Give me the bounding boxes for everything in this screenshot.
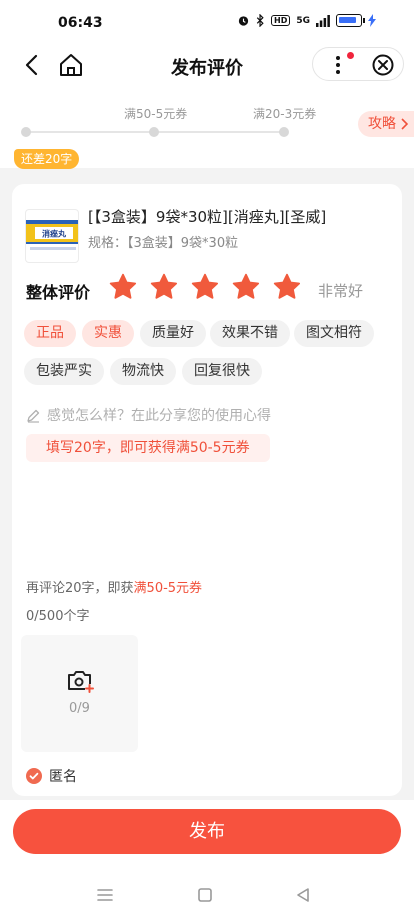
alarm-icon xyxy=(238,16,249,26)
star-icon[interactable] xyxy=(190,272,220,302)
comment-placeholder: 感觉怎么样？在此分享您的使用心得 xyxy=(47,408,271,424)
milestone-label-1: 满50-5元券 xyxy=(124,107,188,121)
tag-item[interactable]: 图文相符 xyxy=(294,320,374,347)
spec-label: 规格： xyxy=(88,236,128,251)
tag-item[interactable]: 回复很快 xyxy=(182,358,262,385)
anonymous-toggle[interactable]: 匿名 xyxy=(26,766,77,786)
system-nav-bar xyxy=(0,870,414,920)
tag-item[interactable]: 物流快 xyxy=(110,358,176,385)
product-thumb-text: 消痤丸 xyxy=(42,229,67,239)
more-words-prefix: 再评论20字，即获 xyxy=(26,581,134,596)
back-triangle-icon[interactable] xyxy=(292,884,314,906)
mini-program-capsule xyxy=(312,47,404,81)
progress-node-2 xyxy=(279,127,289,137)
star-icon[interactable] xyxy=(149,272,179,302)
product-thumbnail[interactable]: 消痤丸 xyxy=(25,209,79,263)
star-icon[interactable] xyxy=(108,272,138,302)
checkmark-icon xyxy=(26,768,42,784)
charging-icon xyxy=(368,14,376,27)
status-bar: 06:43 HD 5G xyxy=(0,0,414,40)
more-words-coupon: 满50-5元券 xyxy=(133,581,203,596)
tag-item[interactable]: 包装严实 xyxy=(24,358,104,385)
hd-indicator: HD xyxy=(271,15,291,26)
star-icon[interactable] xyxy=(272,272,302,302)
rating-text: 非常好 xyxy=(318,282,364,300)
reward-progress: 满50-5元券 满20-3元券 还差20字 攻略 xyxy=(0,92,414,169)
spec-value: 【3盒装】9袋*30粒 xyxy=(127,236,239,251)
more-words-hint: 再评论20字，即获满50-5元券 xyxy=(26,577,202,596)
progress-node-1 xyxy=(149,127,159,137)
notification-dot xyxy=(347,52,354,59)
product-spec: 规格：【3盒装】9袋*30粒 xyxy=(88,232,238,251)
product-name: [【3盒装】9袋*30粒][消痤丸][圣威] xyxy=(88,208,327,226)
pencil-icon xyxy=(27,409,40,423)
bluetooth-icon xyxy=(256,14,264,27)
bottom-bar: 发布 xyxy=(0,800,414,870)
comment-input[interactable]: 感觉怎么样？在此分享您的使用心得 xyxy=(26,405,271,425)
tag-item[interactable]: 效果不错 xyxy=(210,320,290,347)
word-counter: 0/500个字 xyxy=(26,609,90,624)
rating-stars xyxy=(108,272,302,302)
overall-rating-label: 整体评价 xyxy=(26,283,91,302)
product-box-image: 消痤丸 xyxy=(26,220,78,254)
status-time: 06:43 xyxy=(58,15,103,31)
star-icon[interactable] xyxy=(231,272,261,302)
battery-icon xyxy=(336,14,365,27)
menu-icon[interactable] xyxy=(94,884,116,906)
milestone-label-2: 满20-3元券 xyxy=(253,107,317,121)
tag-item[interactable]: 正品 xyxy=(24,320,76,347)
publish-button[interactable]: 发布 xyxy=(13,809,401,854)
close-circle-icon[interactable] xyxy=(371,53,395,77)
photo-count: 0/9 xyxy=(69,701,90,716)
camera-add-icon xyxy=(68,671,94,693)
home-square-icon[interactable] xyxy=(194,884,216,906)
strategy-label: 攻略 xyxy=(368,116,396,132)
remaining-words-badge: 还差20字 xyxy=(14,149,80,169)
coupon-hint: 填写20字，即可获得满50-5元券 xyxy=(26,434,270,462)
tag-item[interactable]: 实惠 xyxy=(82,320,134,347)
review-card: 消痤丸 [【3盒装】9袋*30粒][消痤丸][圣威] 规格：【3盒装】9袋*30… xyxy=(12,184,402,796)
strategy-button[interactable]: 攻略 xyxy=(358,111,414,137)
status-icons: HD 5G xyxy=(237,14,376,27)
add-photo-button[interactable]: 0/9 xyxy=(21,635,138,752)
anonymous-label: 匿名 xyxy=(49,769,77,785)
tag-item[interactable]: 质量好 xyxy=(140,320,206,347)
chevron-right-icon xyxy=(401,118,408,130)
progress-node-start xyxy=(21,127,31,137)
nav-bar: 发布评价 xyxy=(0,40,414,92)
signal-bars-icon xyxy=(316,14,330,27)
signal-5g: 5G xyxy=(296,15,310,26)
